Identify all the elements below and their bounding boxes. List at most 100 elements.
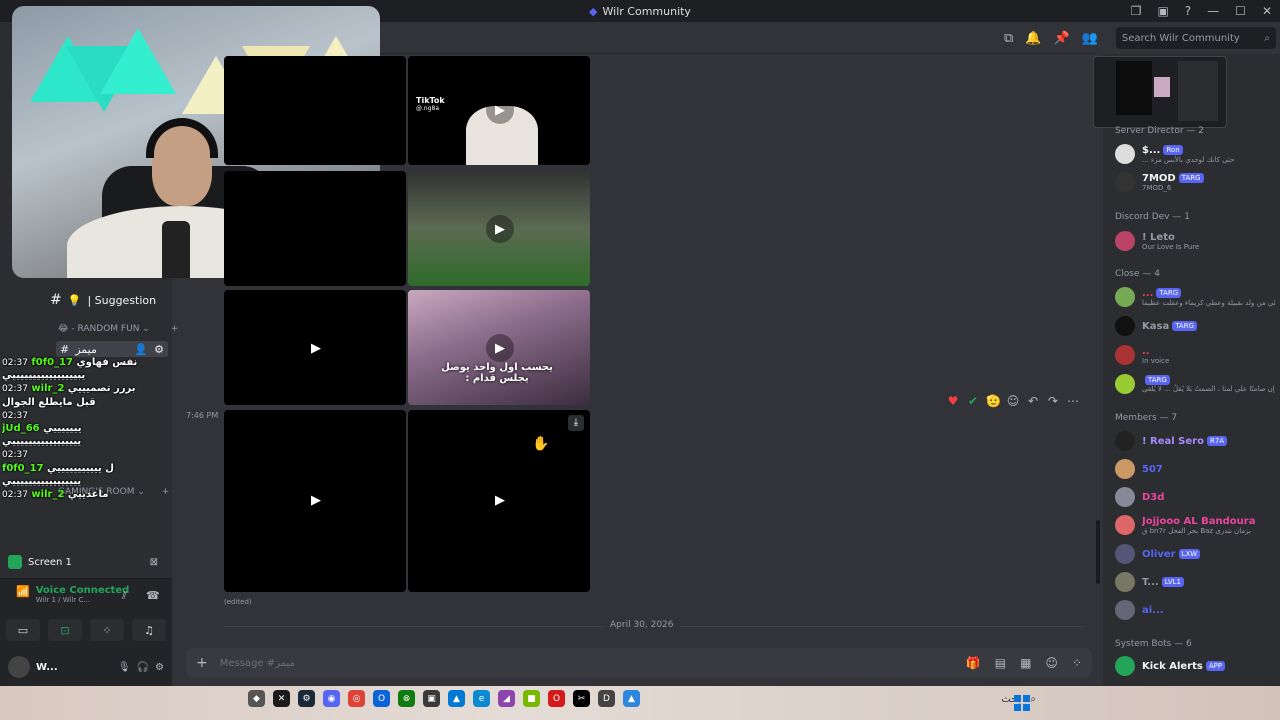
app-icon[interactable]: D <box>598 690 615 707</box>
user-settings-icon[interactable]: ⚙ <box>155 662 164 673</box>
video-attachment[interactable]: ▶ <box>408 171 590 286</box>
threads-icon[interactable]: ⧉ <box>1004 31 1013 46</box>
app-icon[interactable]: ▲ <box>623 690 640 707</box>
member-item[interactable]: ... TARG يا خلي من ولد بقبيلة وعطي كريماء … <box>1115 284 1275 310</box>
video-attachment[interactable] <box>224 171 406 286</box>
member-list-icon[interactable]: 👥 <box>1082 31 1098 46</box>
notification-bell-icon[interactable]: 🔔 <box>1025 31 1041 46</box>
gif-icon[interactable]: ▤ <box>995 656 1006 670</box>
category-random-fun[interactable]: 😂 - Random Fun ⌄ + <box>58 324 178 334</box>
video-attachment[interactable]: ▶ ⤓ <box>408 410 590 592</box>
member-name: $... <box>1142 144 1161 156</box>
cursor-icon: ✋ <box>532 436 550 452</box>
chrome-icon[interactable]: ◎ <box>348 690 365 707</box>
voice-panel: Screen 1 ⊠ 📶 Voice Connected Wilr 1 / Wi… <box>0 555 172 648</box>
apps-icon[interactable]: ⁘ <box>1072 656 1082 670</box>
member-item[interactable]: .. In voice <box>1115 342 1275 368</box>
play-icon[interactable]: ▶ <box>486 334 514 362</box>
member-item[interactable]: ai... <box>1115 597 1275 623</box>
add-reaction-icon[interactable]: ☺ <box>1006 394 1020 408</box>
video-attachment[interactable]: ▶ <box>224 290 406 405</box>
inbox-icon[interactable]: ▣ <box>1157 4 1168 18</box>
xbox-icon[interactable]: ⊗ <box>398 690 415 707</box>
gear-icon[interactable]: ⚙ <box>154 343 164 356</box>
member-item[interactable]: $... Ron... حتى كانك لوحدي بالأنس مزء <box>1115 141 1275 167</box>
stop-stream-icon[interactable]: ⊠ <box>150 557 158 568</box>
member-item[interactable]: D3d <box>1115 484 1275 510</box>
app-icon[interactable]: ◆ <box>248 690 265 707</box>
voice-location[interactable]: Wilr 1 / Wilr C... <box>36 596 130 604</box>
video-attachment[interactable]: ▶ <box>224 410 406 592</box>
disconnect-icon[interactable]: ☎ <box>146 589 160 602</box>
member-item[interactable]: Kasa TARG <box>1115 313 1275 339</box>
steam-icon[interactable]: ⚙ <box>298 690 315 707</box>
screen-share-button[interactable]: ⊡ <box>48 619 82 641</box>
member-item[interactable]: 507 <box>1115 456 1275 482</box>
channel-memes[interactable]: # ميمز 👤 ⚙ <box>56 341 168 357</box>
member-item[interactable]: Kick Alerts APP <box>1115 653 1275 679</box>
user-avatar[interactable] <box>8 656 30 678</box>
app-icon[interactable]: ◢ <box>498 690 515 707</box>
video-attachment[interactable] <box>224 56 406 165</box>
member-item[interactable]: Oliver LXW <box>1115 541 1275 567</box>
search-input[interactable]: Search Wilr Community ⌕ <box>1115 27 1276 49</box>
member-item[interactable]: ! Leto Our Love Is Pure <box>1115 228 1275 254</box>
noise-suppression-icon[interactable]: ⫽ <box>122 589 127 603</box>
user-name[interactable]: W... <box>36 662 58 673</box>
member-item[interactable]: Jojjooo AL Bandoura ق bn7r بحر الفحل Baz … <box>1115 512 1275 538</box>
add-member-icon[interactable]: 👤 <box>134 343 148 356</box>
discord-icon[interactable]: ◉ <box>323 690 340 707</box>
soundboard-button[interactable]: ♫ <box>132 619 166 641</box>
salute-reaction-icon[interactable]: 🫡 <box>986 394 1001 408</box>
minimize-button[interactable]: — <box>1207 4 1219 18</box>
gift-icon[interactable]: 🎁 <box>966 656 981 670</box>
play-icon[interactable]: ▶ <box>486 486 514 514</box>
download-icon[interactable]: ⤓ <box>568 415 584 431</box>
close-button[interactable]: ✕ <box>1262 4 1272 18</box>
scrollbar[interactable] <box>1096 520 1100 584</box>
hash-icon: # <box>50 292 62 308</box>
stream-preview[interactable] <box>1093 56 1227 128</box>
outlook-icon[interactable]: O <box>373 690 390 707</box>
help-icon[interactable]: ? <box>1185 4 1191 18</box>
mic-icon[interactable]: 🎙 <box>118 662 131 673</box>
emoji-icon[interactable]: ☺ <box>1045 656 1058 670</box>
stream-chat-line: 02:37 wilr_2 ماعدييي <box>2 488 170 501</box>
member-item[interactable]: ! Real Sero R7A <box>1115 428 1275 454</box>
camera-off-button[interactable]: ▭ <box>6 619 40 641</box>
nvidia-icon[interactable]: ■ <box>523 690 540 707</box>
play-icon[interactable]: ▶ <box>486 215 514 243</box>
store-icon[interactable]: ▣ <box>423 690 440 707</box>
bookmark-icon[interactable]: ❒ <box>1131 4 1142 18</box>
play-icon[interactable]: ▶ <box>302 486 330 514</box>
member-item[interactable]: 7MOD TARG 7MOD_6 <box>1115 169 1275 195</box>
heart-reaction-icon[interactable]: ♥ <box>946 394 960 408</box>
member-item[interactable]: TARG إن صامتًا على لمثا ، الصمتُ بَلا يُق… <box>1115 371 1275 397</box>
headphones-icon[interactable]: 🎧 <box>137 662 149 673</box>
message-composer[interactable]: + Message #ميمز 🎁 ▤ ▦ ☺ ⁘ <box>186 648 1092 678</box>
windows-start-icon[interactable] <box>1014 695 1030 711</box>
activities-button[interactable]: ⁘ <box>90 619 124 641</box>
pin-icon[interactable]: 📌 <box>1053 31 1069 46</box>
member-item[interactable]: T... LVL1 <box>1115 569 1275 595</box>
play-icon[interactable]: ▶ <box>302 334 330 362</box>
app-icon[interactable]: ✕ <box>273 690 290 707</box>
maximize-button[interactable]: ☐ <box>1235 4 1246 18</box>
member-tag: LVL1 <box>1161 577 1184 587</box>
voice-status[interactable]: Voice Connected <box>36 585 130 596</box>
more-icon[interactable]: ⋯ <box>1066 394 1080 408</box>
check-reaction-icon[interactable]: ✔ <box>966 394 980 408</box>
video-attachment[interactable]: TikTok @.ng8a ▶ <box>408 56 590 165</box>
sticker-icon[interactable]: ▦ <box>1020 656 1031 670</box>
capcut-icon[interactable]: ✂ <box>573 690 590 707</box>
opera-icon[interactable]: O <box>548 690 565 707</box>
add-attachment-icon[interactable]: + <box>196 655 208 671</box>
edge-icon[interactable]: e <box>473 690 490 707</box>
edited-label: (edited) <box>224 598 252 606</box>
forward-icon[interactable]: ↷ <box>1046 394 1060 408</box>
reply-icon[interactable]: ↶ <box>1026 394 1040 408</box>
video-attachment[interactable]: يحسب اول واحد يوصل يجلس قدام : ▶ <box>408 290 590 405</box>
channel-suggestion[interactable]: # 💡 | Suggestion <box>50 292 156 308</box>
play-icon[interactable]: ▶ <box>486 96 514 124</box>
photos-icon[interactable]: ▲ <box>448 690 465 707</box>
